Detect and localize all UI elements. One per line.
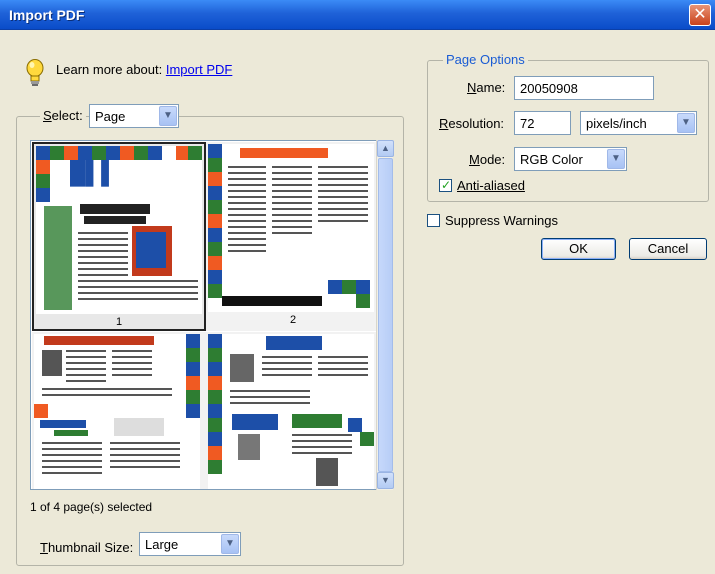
page-art: █▌▌	[70, 160, 117, 185]
thumbnail-scrollbar[interactable]: ▲ ▼	[376, 140, 394, 490]
learn-more-prefix: Learn more about:	[56, 62, 166, 77]
close-button[interactable]: ✕	[689, 4, 711, 26]
page-number: 2	[289, 314, 297, 326]
select-value: Page	[95, 109, 126, 124]
page-thumbnail-1[interactable]: █▌▌ 1	[32, 142, 206, 331]
select-label: Select:	[40, 108, 86, 123]
anti-aliased-checkbox[interactable]: ✓	[439, 178, 452, 192]
scroll-thumb[interactable]	[378, 158, 393, 472]
chevron-up-icon: ▲	[381, 143, 390, 153]
mode-value: RGB Color	[520, 152, 583, 167]
cancel-button[interactable]: Cancel	[629, 238, 707, 260]
thumbnail-size-dropdown[interactable]: Large ▼	[139, 532, 241, 556]
page-preview: █▌▌	[36, 146, 202, 314]
ok-button[interactable]: OK	[541, 238, 616, 260]
lightbulb-icon	[26, 59, 44, 86]
resolution-value: 72	[520, 116, 535, 131]
thumbnail-grid[interactable]: █▌▌ 1 2	[30, 140, 392, 490]
import-pdf-dialog: Import PDF ✕ Learn more about: Import PD…	[0, 0, 715, 574]
selection-status: 1 of 4 page(s) selected	[30, 500, 153, 514]
mode-label: Mode:	[469, 152, 506, 167]
page-thumbnail-4[interactable]	[206, 332, 380, 489]
resolution-unit-value: pixels/inch	[586, 116, 647, 131]
page-thumbnail-3[interactable]	[32, 332, 206, 489]
checkmark-icon: ✓	[441, 178, 452, 192]
scroll-up-button[interactable]: ▲	[377, 140, 394, 157]
page-preview	[208, 144, 374, 312]
name-label: Name:	[467, 80, 506, 95]
close-icon: ✕	[693, 6, 707, 23]
name-field[interactable]: 20050908	[514, 76, 654, 100]
scroll-down-button[interactable]: ▼	[377, 472, 394, 489]
name-value: 20050908	[520, 81, 578, 96]
select-dropdown[interactable]: Page ▼	[89, 104, 179, 128]
anti-aliased-label: Anti-aliased	[457, 178, 525, 193]
window-title: Import PDF	[9, 7, 85, 23]
select-label-rest: elect:	[51, 108, 83, 123]
page-thumbnail-2[interactable]: 2	[206, 142, 380, 331]
chevron-down-icon[interactable]: ▼	[607, 149, 625, 169]
page-preview	[208, 334, 374, 489]
thumbnail-size-label: Thumbnail Size:	[40, 540, 134, 555]
resolution-unit-dropdown[interactable]: pixels/inch ▼	[580, 111, 697, 135]
title-bar[interactable]: Import PDF ✕	[0, 0, 715, 30]
chevron-down-icon[interactable]: ▼	[159, 106, 177, 126]
chevron-down-icon[interactable]: ▼	[677, 113, 695, 133]
chevron-down-icon[interactable]: ▼	[221, 534, 239, 554]
mode-dropdown[interactable]: RGB Color ▼	[514, 147, 627, 171]
resolution-field[interactable]: 72	[514, 111, 571, 135]
suppress-warnings-checkbox[interactable]	[427, 214, 440, 227]
page-number: 1	[115, 316, 123, 328]
chevron-down-icon: ▼	[381, 475, 390, 485]
suppress-warnings-label: Suppress Warnings	[445, 213, 558, 228]
import-pdf-help-link[interactable]: Import PDF	[166, 62, 232, 77]
learn-more-text: Learn more about: Import PDF	[56, 62, 232, 77]
resolution-label: Resolution:	[439, 116, 505, 131]
thumbnail-size-value: Large	[145, 537, 179, 552]
page-preview	[34, 334, 200, 489]
page-options-title: Page Options	[443, 52, 528, 67]
